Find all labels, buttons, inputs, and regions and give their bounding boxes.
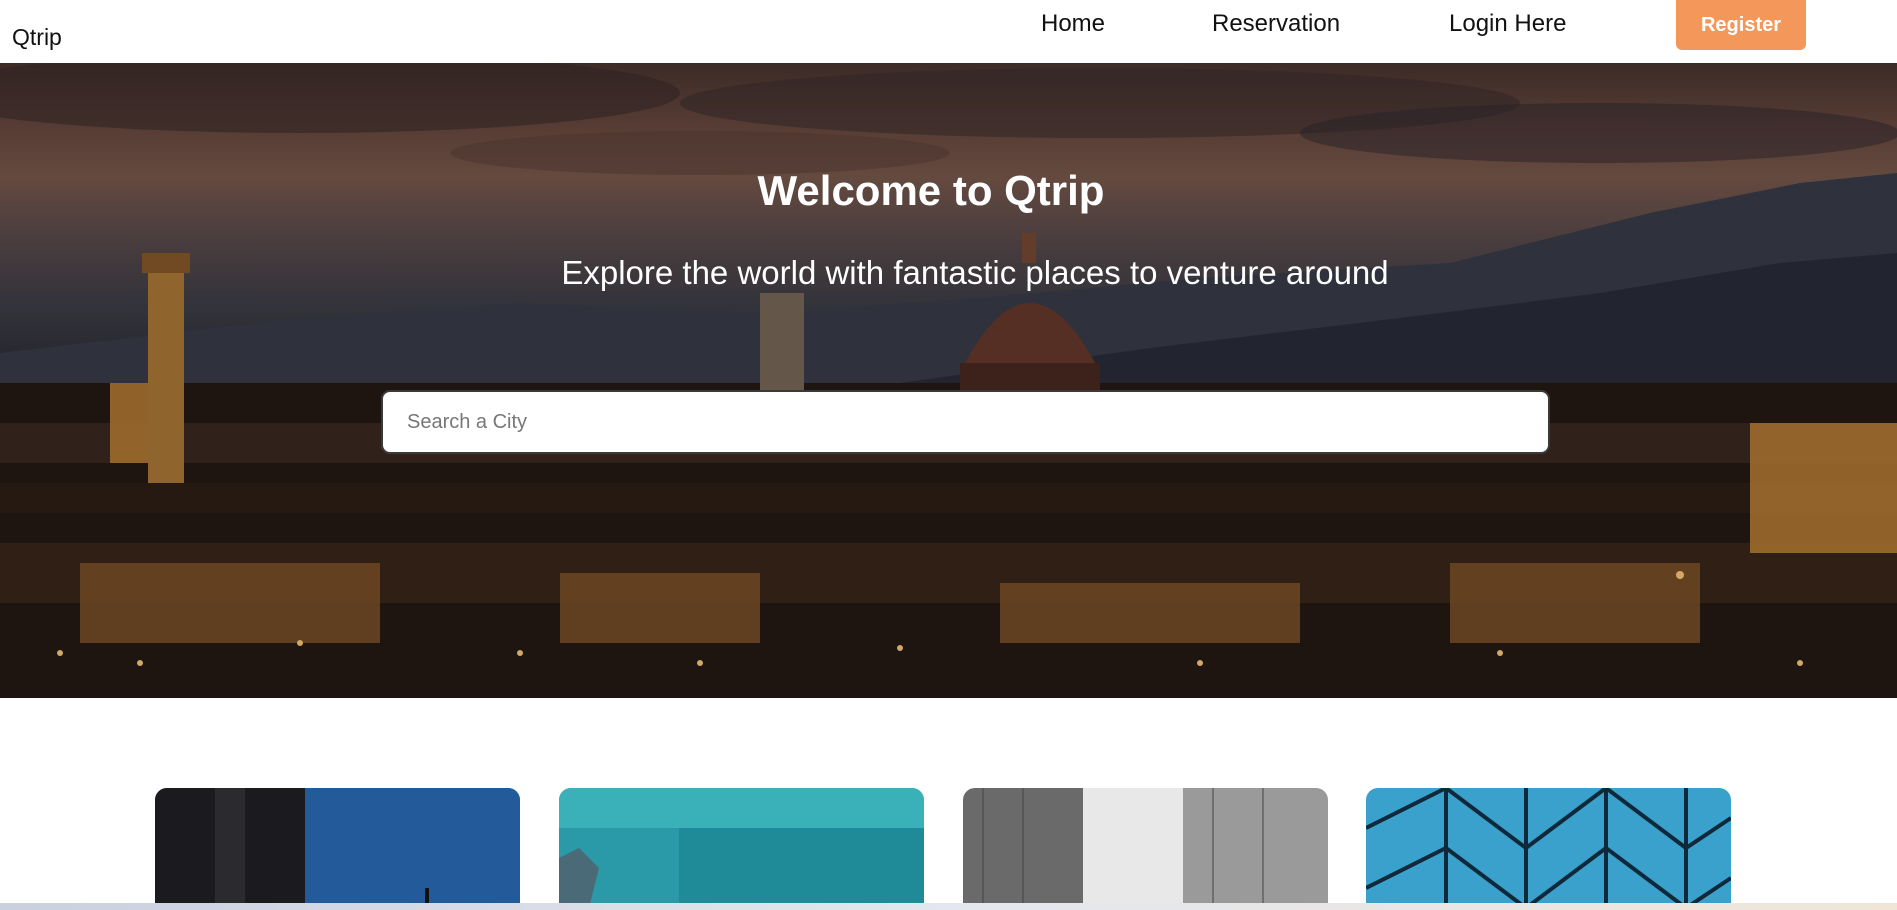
card-image-skyscrapers	[963, 788, 1328, 908]
city-card-4[interactable]	[1366, 788, 1731, 908]
hero-banner: Welcome to Qtrip Explore the world with …	[0, 63, 1897, 698]
register-button[interactable]: Register	[1676, 0, 1806, 50]
brand-logo[interactable]: Qtrip	[12, 24, 62, 51]
nav-link-home[interactable]: Home	[1041, 10, 1105, 38]
city-search-input[interactable]	[381, 390, 1550, 454]
navbar: Qtrip Home Reservation Login Here Regist…	[0, 0, 1897, 63]
city-card-1[interactable]	[155, 788, 520, 908]
nav-link-login[interactable]: Login Here	[1449, 10, 1566, 38]
hero-cityscape-image	[0, 63, 1897, 698]
nav-link-reservation[interactable]: Reservation	[1212, 10, 1340, 38]
hero-subtitle: Explore the world with fantastic places …	[561, 254, 1389, 291]
bottom-edge	[0, 903, 1897, 910]
city-card-2[interactable]	[559, 788, 924, 908]
card-image-glass-dome	[1366, 788, 1731, 908]
city-card-3[interactable]	[963, 788, 1328, 908]
card-image-turquoise-sea	[559, 788, 924, 908]
hero-title: Welcome to Qtrip	[757, 167, 1105, 214]
card-image-city-tower	[155, 788, 520, 908]
